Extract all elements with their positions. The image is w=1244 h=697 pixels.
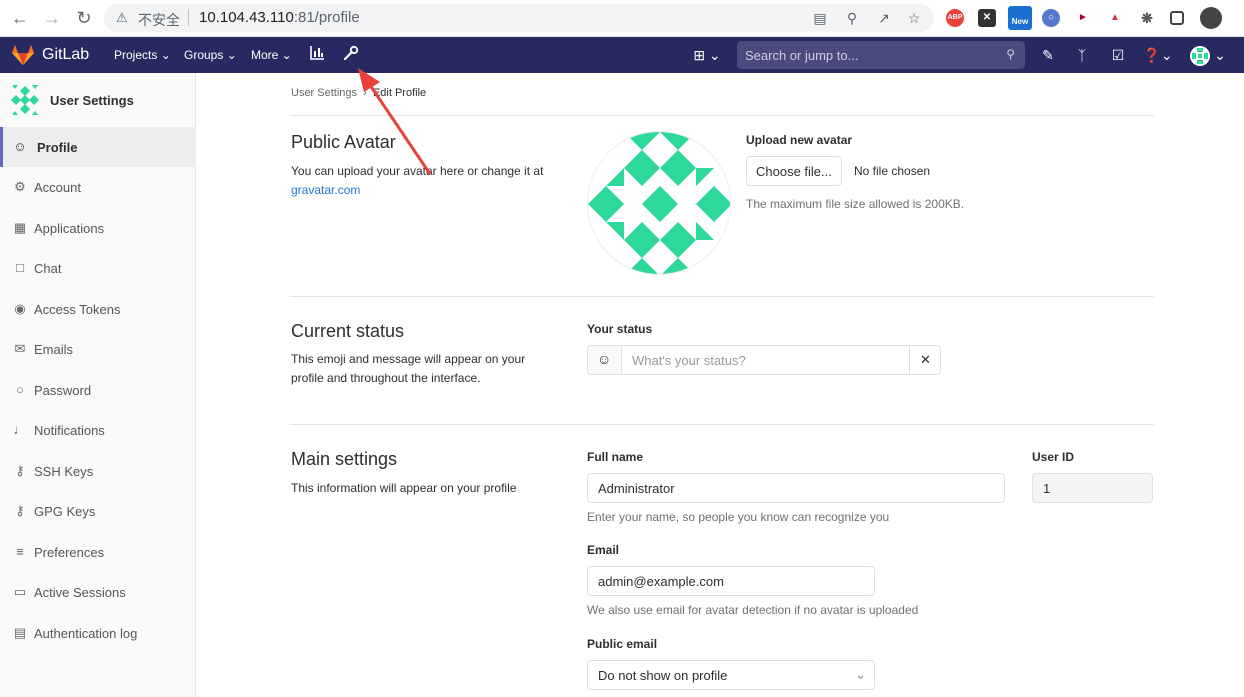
preferences-icon: ≡ [16, 544, 24, 559]
sidebar-title: User Settings [50, 93, 134, 108]
main-section-title: Main settings [291, 449, 398, 469]
sidebar-item-ssh-keys[interactable]: ⚷ SSH Keys [0, 451, 196, 491]
status-section-title: Current status [291, 321, 405, 341]
close-icon: ✕ [920, 352, 931, 367]
sidebar-item-notifications[interactable]: ♩ Notifications [0, 410, 196, 450]
reload-icon[interactable]: ↻ [74, 8, 94, 28]
clear-status-button[interactable]: ✕ [909, 345, 941, 375]
sidebar-item-authentication-log[interactable]: ▤ Authentication log [0, 613, 196, 653]
account-icon: ⚙ [14, 179, 26, 194]
public-email-select[interactable]: Do not show on profile ⌄ [587, 660, 875, 690]
email-label: Email [587, 543, 620, 557]
megaphone-icon[interactable]: ▲ [1106, 9, 1124, 27]
mail-icon: ✉ [14, 341, 26, 356]
public-email-label: Public email [587, 637, 658, 651]
analytics-icon[interactable] [307, 45, 327, 65]
annotation-arrow [358, 68, 432, 175]
chat-icon: □ [16, 260, 24, 275]
url-text[interactable]: 10.104.43.110:81/profile [199, 9, 360, 26]
key-icon: ⚷ [15, 463, 25, 478]
user-id-field: 1 [1032, 473, 1153, 503]
puzzle-icon[interactable]: ❋ [1138, 9, 1156, 27]
sidebar-item-password[interactable]: ○ Password [0, 370, 196, 410]
sidebar-item-emails[interactable]: ✉ Emails [0, 329, 196, 369]
avatar-image [587, 131, 731, 275]
monitor-icon: ▭ [13, 584, 27, 599]
insecure-label: 不安全 [138, 12, 180, 28]
share-icon[interactable]: ↗ [876, 10, 892, 26]
gravatar-link[interactable]: gravatar.com [291, 183, 360, 197]
sidebar-item-gpg-keys[interactable]: ⚷ GPG Keys [0, 491, 196, 531]
extension-circle-icon[interactable]: ○ [1042, 9, 1060, 27]
address-bar[interactable]: ⚠ 不安全 10.104.43.110:81/profile ▤ ⚲ ↗ ☆ [104, 4, 934, 32]
full-name-help: Enter your name, so people you know can … [587, 510, 890, 524]
new-extension-icon[interactable]: New [1008, 6, 1032, 30]
sidebar-item-chat[interactable]: □ Chat [0, 248, 196, 288]
new-item-icon[interactable]: ⊞ ⌄ [692, 45, 722, 65]
bell-icon: ♩ [13, 422, 27, 437]
more-menu[interactable]: More ⌄ [251, 48, 292, 62]
emoji-picker-button[interactable]: ☺ [587, 345, 622, 375]
back-icon[interactable]: ← [10, 8, 30, 28]
gitlab-brand[interactable]: GitLab [42, 46, 89, 64]
divider [188, 9, 189, 26]
log-icon: ▤ [13, 625, 27, 640]
user-id-label: User ID [1032, 450, 1075, 464]
full-name-label: Full name [587, 450, 644, 464]
token-icon: ◉ [14, 301, 26, 316]
gitlab-logo-icon[interactable] [12, 45, 34, 65]
full-name-field[interactable]: Administrator [587, 473, 1005, 503]
breadcrumb-parent[interactable]: User Settings [291, 87, 357, 99]
merge-request-icon[interactable]: ᛉ [1072, 45, 1092, 65]
email-field[interactable]: admin@example.com [587, 566, 875, 596]
bookmark-star-icon[interactable]: ☆ [906, 10, 922, 26]
status-section-desc: This emoji and message will appear on yo… [291, 352, 526, 385]
search-icon: ⚲ [1006, 47, 1015, 61]
zoom-icon[interactable]: ⚲ [844, 10, 860, 26]
sidebar-item-access-tokens[interactable]: ◉ Access Tokens [0, 289, 196, 329]
main-section-desc: This information will appear on your pro… [291, 481, 517, 495]
settings-sidebar: User Settings ☺ Profile ⚙ Account ▦ Applica… [0, 73, 196, 697]
todos-check-icon[interactable]: ☑ [1108, 45, 1128, 65]
admin-wrench-icon[interactable] [341, 45, 361, 65]
divider [290, 296, 1154, 297]
help-icon[interactable]: ❓⌄ [1143, 45, 1173, 65]
chevron-down-icon: ⌄ [855, 667, 866, 682]
lock-icon: ○ [16, 382, 24, 397]
user-avatar-menu[interactable]: ⌄ [1188, 45, 1228, 67]
upload-avatar-label: Upload new avatar [746, 133, 853, 147]
search-input[interactable]: Search or jump to... ⚲ [737, 41, 1025, 69]
cursor-extension-icon[interactable]: ► [1074, 9, 1092, 27]
email-help: We also use email for avatar detection i… [587, 603, 919, 617]
choose-file-button[interactable]: Choose file... [746, 156, 842, 186]
warning-icon: ⚠ [116, 10, 128, 25]
profile-icon: ☺ [13, 139, 27, 154]
user-avatar-icon [11, 85, 39, 115]
sidebar-header[interactable]: User Settings [0, 73, 196, 127]
sidebar-item-account[interactable]: ⚙ Account [0, 167, 196, 207]
applications-icon: ▦ [13, 220, 27, 235]
extension-x-icon[interactable]: ✕ [978, 9, 996, 27]
sidebar-item-preferences[interactable]: ≡ Preferences [0, 532, 196, 572]
sidebar-item-applications[interactable]: ▦ Applications [0, 208, 196, 248]
divider [290, 424, 1154, 425]
no-file-chosen-text: No file chosen [854, 164, 931, 178]
key-icon: ⚷ [15, 503, 25, 518]
forward-icon[interactable]: → [42, 8, 62, 28]
sidebar-item-profile[interactable]: ☺ Profile [0, 127, 196, 167]
groups-menu[interactable]: Groups ⌄ [184, 48, 237, 62]
status-input[interactable]: What's your status? [621, 345, 910, 375]
translate-icon[interactable]: ▤ [812, 10, 828, 26]
projects-menu[interactable]: Projects ⌄ [114, 48, 171, 62]
browser-profile-avatar[interactable] [1200, 7, 1222, 29]
todo-edit-icon[interactable]: ✎ [1038, 45, 1058, 65]
sidebar-item-active-sessions[interactable]: ▭ Active Sessions [0, 572, 196, 612]
max-size-help: The maximum file size allowed is 200KB. [746, 197, 965, 211]
browser-toolbar: ← → ↻ ⚠ 不安全 10.104.43.110:81/profile ▤ ⚲… [0, 0, 1244, 37]
side-panel-icon[interactable] [1170, 11, 1184, 25]
gitlab-topnav: GitLab Projects ⌄ Groups ⌄ More ⌄ ⊞ ⌄ Se… [0, 37, 1244, 73]
status-label: Your status [587, 322, 653, 336]
adblock-icon[interactable]: ABP [946, 9, 964, 27]
smiley-icon: ☺ [597, 351, 612, 367]
